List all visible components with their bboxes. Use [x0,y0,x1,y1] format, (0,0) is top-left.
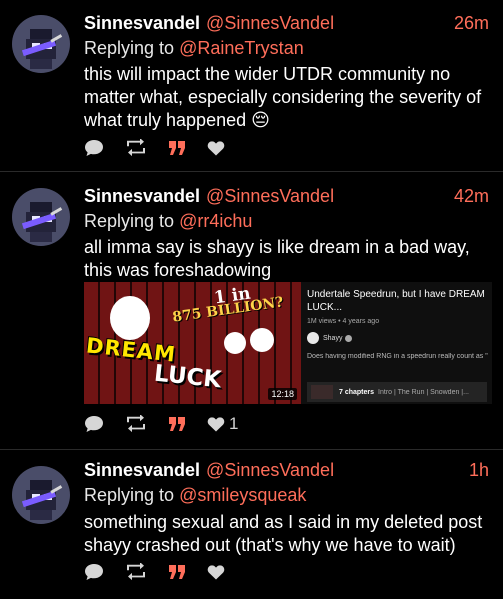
author-name[interactable]: Sinnesvandel [84,457,200,483]
chapters-description: Intro | The Run | Snowden |... [378,388,469,396]
video-duration: 12:18 [268,388,297,400]
chapter-thumbnail [311,385,333,399]
post-time[interactable]: 42m [454,183,489,209]
reply-icon [85,564,103,580]
channel-avatar [307,332,319,344]
avatar[interactable] [12,188,70,246]
reply-prefix: Replying to [84,485,180,505]
like-icon [207,417,225,432]
like-button[interactable]: 1 [207,414,238,434]
chapters-label: 7 chapters [339,388,375,396]
post-text: this will impact the wider UTDR communit… [84,64,482,130]
repost-button[interactable] [125,563,147,581]
post-2[interactable]: Sinnesvandel @SinnesVandel 42m Replying … [0,172,503,450]
post-text: all imma say is shayy is like dream in a… [84,237,470,280]
reply-line: Replying to @rr4ichu [84,209,489,233]
post-time[interactable]: 26m [454,10,489,36]
author-name[interactable]: Sinnesvandel [84,10,200,36]
quote-button[interactable] [168,564,186,580]
video-thumbnail[interactable]: 1 in 875 BILLION? DREAM LUCK 12:18 [84,282,301,404]
reply-icon [85,416,103,432]
post-3[interactable]: Sinnesvandel @SinnesVandel 1h Replying t… [0,450,503,599]
repost-icon [127,139,145,157]
video-description: Does having modified RNG in a speedrun r… [307,353,488,360]
reply-icon [85,140,103,156]
video-title[interactable]: Undertale Speedrun, but I have DREAM LUC… [307,288,488,314]
repost-button[interactable] [125,415,147,433]
reply-handle[interactable]: @smileysqueak [179,485,306,505]
quote-icon [169,565,185,579]
reply-line: Replying to @RaineTrystan [84,36,489,60]
verified-icon [345,334,353,342]
quote-button[interactable] [168,416,186,432]
reply-handle[interactable]: @rr4ichu [179,211,252,231]
reply-prefix: Replying to [84,211,180,231]
repost-button[interactable] [125,139,147,157]
channel-name: Shayy [323,334,343,342]
repost-icon [127,563,145,581]
thumbnail-skull [250,328,274,352]
author-handle[interactable]: @SinnesVandel [206,183,334,209]
post-text: something sexual and as I said in my del… [84,512,483,555]
like-icon [207,565,225,580]
avatar[interactable] [12,466,70,524]
thumbnail-character [110,296,150,340]
quote-button[interactable] [168,140,186,156]
author-name[interactable]: Sinnesvandel [84,183,200,209]
author-handle[interactable]: @SinnesVandel [206,457,334,483]
like-button[interactable] [207,140,225,156]
avatar-image [21,29,63,69]
video-meta: 1M views • 4 years ago [307,318,380,325]
post-1[interactable]: Sinnesvandel @SinnesVandel 26m Replying … [0,0,503,172]
avatar-image [21,202,63,242]
reply-button[interactable] [84,563,104,581]
video-embed[interactable]: 1 in 875 BILLION? DREAM LUCK 12:18 Under… [84,282,492,404]
repost-icon [127,415,145,433]
like-button[interactable] [207,564,225,580]
avatar[interactable] [12,15,70,73]
quote-icon [169,141,185,155]
video-chapters[interactable]: 7 chapters Intro | The Run | Snowden |..… [307,382,487,402]
reply-prefix: Replying to [84,38,180,58]
like-count: 1 [229,414,239,433]
thumbnail-skull [224,332,246,354]
post-time[interactable]: 1h [469,457,489,483]
reply-button[interactable] [84,415,104,433]
reply-button[interactable] [84,139,104,157]
quote-icon [169,417,185,431]
reply-line: Replying to @smileysqueak [84,483,489,507]
video-channel[interactable]: Shayy [307,332,488,344]
avatar-image [21,480,63,520]
like-icon [207,141,225,156]
reply-handle[interactable]: @RaineTrystan [179,38,304,58]
video-info: Undertale Speedrun, but I have DREAM LUC… [307,288,488,402]
author-handle[interactable]: @SinnesVandel [206,10,334,36]
